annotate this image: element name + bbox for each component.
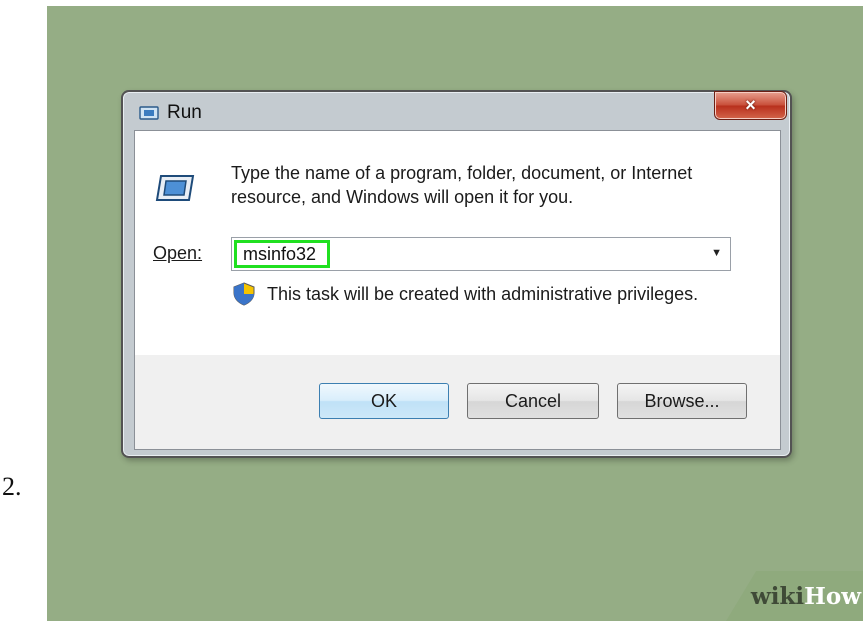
title-bar[interactable]: Run × [123, 91, 790, 130]
run-icon [155, 175, 195, 201]
browse-button[interactable]: Browse... [617, 383, 747, 419]
close-button[interactable]: × [714, 91, 787, 120]
admin-privileges-note: This task will be created with administr… [267, 284, 699, 304]
open-input[interactable] [234, 240, 330, 268]
wikihow-watermark: wiki How [726, 571, 863, 621]
cancel-button[interactable]: Cancel [467, 383, 599, 419]
run-dialog: Run × Type the name of a program, folder… [121, 90, 792, 458]
open-combobox[interactable]: ▼ [231, 237, 731, 271]
watermark-wiki: wiki [750, 582, 805, 610]
open-label: Open: [153, 243, 202, 264]
illustration: Run × Type the name of a program, folder… [47, 6, 863, 621]
watermark-how: How [804, 582, 861, 610]
dialog-description: Type the name of a program, folder, docu… [231, 163, 693, 207]
close-icon: × [745, 95, 756, 115]
uac-shield-icon [233, 282, 255, 306]
step-number: 2. [2, 472, 22, 501]
open-label-text: Open: [153, 243, 203, 263]
ok-button[interactable]: OK [319, 383, 449, 419]
dialog-body: Type the name of a program, folder, docu… [134, 130, 781, 450]
dropdown-arrow-icon[interactable]: ▼ [711, 247, 722, 259]
window-title: Run [167, 102, 202, 123]
content-panel: Type the name of a program, folder, docu… [135, 131, 780, 355]
run-icon [139, 106, 159, 120]
